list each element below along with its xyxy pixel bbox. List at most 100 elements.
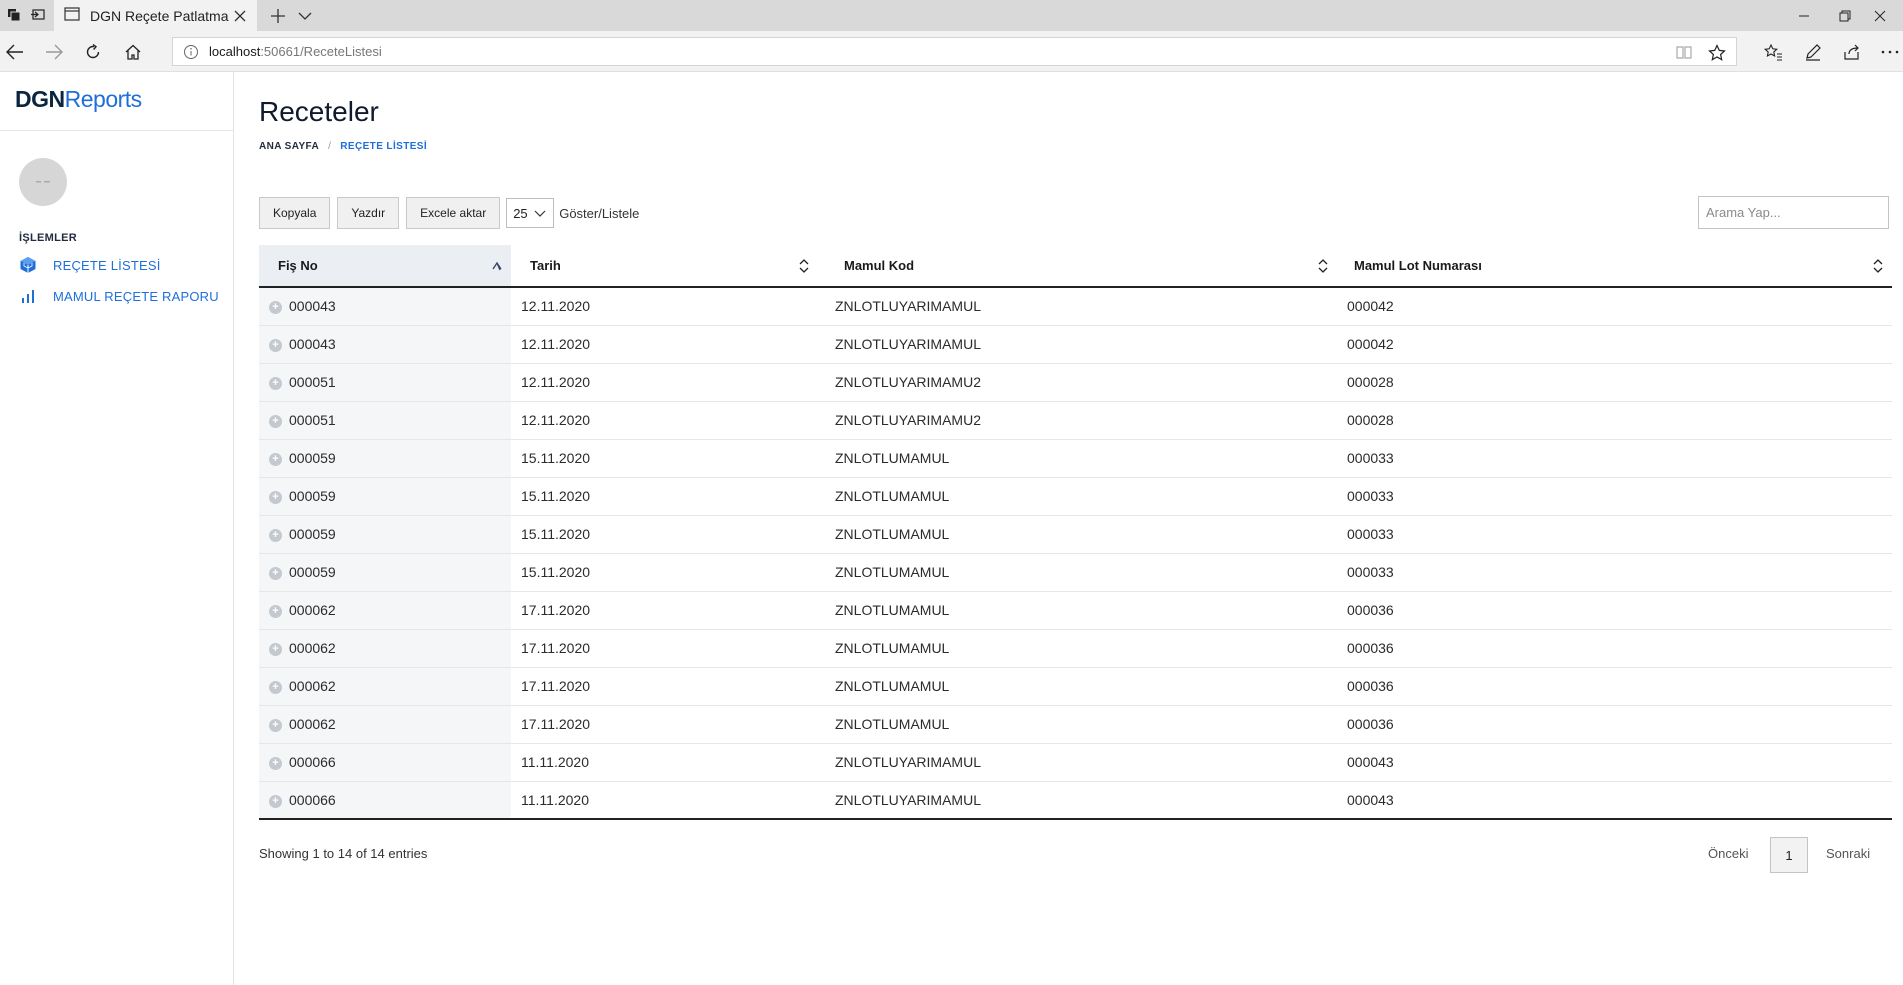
set-tabs-aside-icon[interactable] bbox=[27, 4, 49, 26]
column-header-label: Fiş No bbox=[278, 258, 318, 273]
cell-mamul-kod: ZNLOTLUMAMUL bbox=[818, 439, 1337, 478]
cell-fis-no: +000051 bbox=[259, 401, 511, 440]
table-row[interactable]: +000051 12.11.2020 ZNLOTLUYARIMAMU2 000028 bbox=[259, 401, 1892, 440]
reading-view-icon[interactable] bbox=[1675, 44, 1693, 62]
minimize-icon[interactable] bbox=[1781, 0, 1827, 31]
pagination-page-1[interactable]: 1 bbox=[1770, 837, 1808, 873]
cell-mamul-kod: ZNLOTLUYARIMAMU2 bbox=[818, 401, 1337, 440]
expand-row-icon[interactable]: + bbox=[269, 528, 282, 542]
url-input[interactable]: localhost:50661/ReceteListesi bbox=[172, 37, 1737, 66]
table-row[interactable]: +000059 15.11.2020 ZNLOTLUMAMUL 000033 bbox=[259, 439, 1892, 478]
table-row[interactable]: +000062 17.11.2020 ZNLOTLUMAMUL 000036 bbox=[259, 591, 1892, 630]
table-row[interactable]: +000062 17.11.2020 ZNLOTLUMAMUL 000036 bbox=[259, 667, 1892, 706]
expand-row-icon[interactable]: + bbox=[269, 414, 282, 428]
cell-mamul-lot: 000043 bbox=[1337, 743, 1892, 782]
cell-value: 000051 bbox=[289, 412, 336, 428]
sidebar-divider bbox=[0, 130, 233, 131]
cell-value: 000059 bbox=[289, 526, 336, 542]
home-icon[interactable] bbox=[121, 40, 145, 64]
expand-row-icon[interactable]: + bbox=[269, 376, 282, 390]
column-header-fis-no[interactable]: Fiş No bbox=[259, 245, 511, 288]
expand-row-icon[interactable]: + bbox=[269, 718, 282, 732]
cell-fis-no: +000062 bbox=[259, 667, 511, 706]
browser-tab[interactable]: DGN Reçete Patlatma bbox=[54, 0, 257, 31]
table-row[interactable]: +000066 11.11.2020 ZNLOTLUYARIMAMUL 000043 bbox=[259, 781, 1892, 820]
chevron-down-icon[interactable] bbox=[298, 6, 320, 26]
brand-logo[interactable]: DGNReports bbox=[15, 86, 142, 113]
expand-row-icon[interactable]: + bbox=[269, 338, 282, 352]
expand-row-icon[interactable]: + bbox=[269, 490, 282, 504]
expand-row-icon[interactable]: + bbox=[269, 642, 282, 656]
table-row[interactable]: +000066 11.11.2020 ZNLOTLUYARIMAMUL 000043 bbox=[259, 743, 1892, 782]
sidebar-item-recete-listesi[interactable]: REÇETE LİSTESİ bbox=[19, 254, 161, 276]
copy-button[interactable]: Kopyala bbox=[259, 197, 331, 229]
breadcrumb: ANA SAYFA / REÇETE LİSTESİ bbox=[259, 141, 427, 152]
info-icon[interactable] bbox=[183, 44, 199, 60]
table-row[interactable]: +000043 12.11.2020 ZNLOTLUYARIMAMUL 000042 bbox=[259, 287, 1892, 326]
table-row[interactable]: +000062 17.11.2020 ZNLOTLUMAMUL 000036 bbox=[259, 629, 1892, 668]
cell-mamul-kod: ZNLOTLUYARIMAMUL bbox=[818, 325, 1337, 364]
sort-icon bbox=[798, 259, 810, 273]
bar-chart-icon bbox=[19, 287, 37, 305]
favorites-icon[interactable] bbox=[1761, 40, 1785, 64]
refresh-icon[interactable] bbox=[81, 40, 105, 64]
sidebar-item-mamul-recete-raporu[interactable]: MAMUL REÇETE RAPORU bbox=[19, 285, 219, 307]
cell-fis-no: +000062 bbox=[259, 705, 511, 744]
cell-mamul-kod: ZNLOTLUYARIMAMUL bbox=[818, 743, 1337, 782]
sidebar-item-label: MAMUL REÇETE RAPORU bbox=[53, 288, 219, 304]
cell-mamul-lot: 000042 bbox=[1337, 287, 1892, 326]
expand-row-icon[interactable]: + bbox=[269, 452, 282, 466]
expand-row-icon[interactable]: + bbox=[269, 604, 282, 618]
breadcrumb-home[interactable]: ANA SAYFA bbox=[259, 141, 319, 152]
pagination-previous[interactable]: Önceki bbox=[1708, 846, 1748, 861]
pagination-next[interactable]: Sonraki bbox=[1826, 846, 1870, 861]
url-text: localhost:50661/ReceteListesi bbox=[209, 44, 382, 59]
cell-tarih: 12.11.2020 bbox=[511, 287, 818, 326]
cell-tarih: 15.11.2020 bbox=[511, 553, 818, 592]
page-size-select[interactable]: 25 bbox=[506, 198, 555, 228]
table-row[interactable]: +000059 15.11.2020 ZNLOTLUMAMUL 000033 bbox=[259, 553, 1892, 592]
page-size-label: Göster/Listele bbox=[559, 205, 640, 221]
table-row[interactable]: +000062 17.11.2020 ZNLOTLUMAMUL 000036 bbox=[259, 705, 1892, 744]
expand-row-icon[interactable]: + bbox=[269, 566, 282, 580]
close-window-icon[interactable] bbox=[1857, 0, 1903, 31]
cell-mamul-kod: ZNLOTLUMAMUL bbox=[818, 667, 1337, 706]
avatar[interactable] bbox=[19, 158, 67, 206]
back-icon[interactable] bbox=[3, 40, 27, 64]
cell-tarih: 11.11.2020 bbox=[511, 781, 818, 820]
table-row[interactable]: +000059 15.11.2020 ZNLOTLUMAMUL 000033 bbox=[259, 515, 1892, 554]
more-icon[interactable] bbox=[1878, 40, 1902, 64]
table-row[interactable]: +000051 12.11.2020 ZNLOTLUYARIMAMU2 000028 bbox=[259, 363, 1892, 402]
cell-tarih: 15.11.2020 bbox=[511, 515, 818, 554]
cell-mamul-lot: 000028 bbox=[1337, 363, 1892, 402]
column-header-mamul-lot-numarasi[interactable]: Mamul Lot Numarası bbox=[1337, 245, 1892, 288]
close-tab-icon[interactable] bbox=[233, 9, 247, 23]
expand-row-icon[interactable]: + bbox=[269, 301, 282, 315]
tab-actions-icon[interactable] bbox=[3, 4, 25, 26]
table-row[interactable]: +000043 12.11.2020 ZNLOTLUYARIMAMUL 000042 bbox=[259, 325, 1892, 364]
cell-value: 000062 bbox=[289, 640, 336, 656]
expand-row-icon[interactable]: + bbox=[269, 680, 282, 694]
table-row[interactable]: +000059 15.11.2020 ZNLOTLUMAMUL 000033 bbox=[259, 477, 1892, 516]
print-button[interactable]: Yazdır bbox=[337, 197, 400, 229]
cell-mamul-kod: ZNLOTLUMAMUL bbox=[818, 553, 1337, 592]
cell-value: 000043 bbox=[289, 298, 336, 315]
expand-row-icon[interactable]: + bbox=[269, 794, 282, 808]
expand-row-icon[interactable]: + bbox=[269, 756, 282, 770]
new-tab-icon[interactable] bbox=[266, 4, 290, 28]
column-header-mamul-kod[interactable]: Mamul Kod bbox=[818, 245, 1337, 288]
cell-mamul-kod: ZNLOTLUYARIMAMU2 bbox=[818, 363, 1337, 402]
favorite-star-icon[interactable] bbox=[1708, 44, 1726, 62]
search-input[interactable] bbox=[1698, 196, 1889, 229]
cell-fis-no: +000059 bbox=[259, 515, 511, 554]
cell-mamul-lot: 000036 bbox=[1337, 667, 1892, 706]
column-header-tarih[interactable]: Tarih bbox=[511, 245, 818, 288]
excel-export-button[interactable]: Excele aktar bbox=[406, 197, 501, 229]
sidebar: DGNReports İŞLEMLER REÇETE LİSTESİ MAMUL… bbox=[0, 72, 234, 985]
share-icon[interactable] bbox=[1840, 40, 1864, 64]
cell-value: 000051 bbox=[289, 374, 336, 390]
pen-icon[interactable] bbox=[1801, 40, 1825, 64]
cell-tarih: 17.11.2020 bbox=[511, 591, 818, 630]
forward-icon[interactable] bbox=[42, 40, 66, 64]
cell-fis-no: +000059 bbox=[259, 477, 511, 516]
